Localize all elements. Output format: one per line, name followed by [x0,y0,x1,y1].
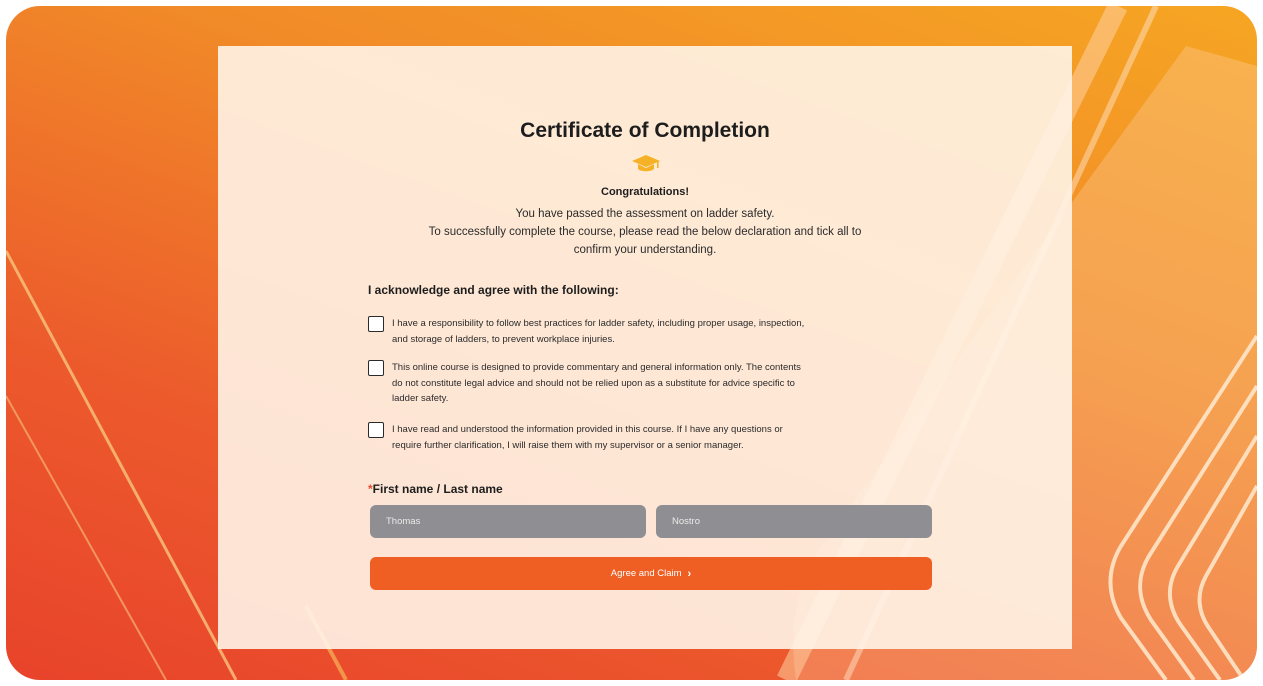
last-name-input[interactable] [656,505,932,538]
graduation-cap-icon [632,155,660,172]
acknowledgement-heading: I acknowledge and agree with the followi… [368,283,619,297]
declaration-checkbox[interactable] [368,422,384,438]
declaration-line: This online course is designed to provid… [392,362,801,373]
declaration-checkbox[interactable] [368,360,384,376]
declaration-line: I have a responsibility to follow best p… [392,318,805,329]
declaration-line: do not constitute legal advice and shoul… [392,377,795,389]
agree-and-claim-button[interactable]: Agree and Claim › [370,557,932,590]
declaration-item: I have a responsibility to follow best p… [368,316,938,347]
intro-line: You have passed the assessment on ladder… [515,208,775,220]
page-background: Certificate of Completion Congratulation… [6,6,1257,680]
certificate-card: Certificate of Completion Congratulation… [218,46,1072,649]
declaration-line: and storage of ladders, to prevent workp… [392,333,615,345]
declaration-line: require further clarification, I will ra… [392,439,744,451]
agree-and-claim-label: Agree and Claim [610,568,682,579]
name-field-label: *First name / Last name [368,482,503,496]
congratulations-heading: Congratulations! [601,186,689,198]
declaration-line: I have read and understood the informati… [392,424,783,435]
declaration-text: I have a responsibility to follow best p… [392,316,804,347]
declaration-checkbox[interactable] [368,316,384,332]
declaration-text: This online course is designed to provid… [392,360,801,407]
intro-line: To successfully complete the course, ple… [428,226,862,238]
name-label-text: First name / Last name [372,482,503,496]
page-title: Certificate of Completion [520,119,770,142]
chevron-right-icon: › [687,567,692,580]
first-name-input[interactable] [370,505,646,538]
declaration-text: I have read and understood the informati… [392,422,783,453]
declaration-item: This online course is designed to provid… [368,360,938,407]
intro-line: confirm your understanding. [573,244,717,256]
intro-text: You have passed the assessment on ladder… [218,205,1072,259]
declaration-line: ladder safety. [392,393,449,404]
declaration-item: I have read and understood the informati… [368,422,938,453]
